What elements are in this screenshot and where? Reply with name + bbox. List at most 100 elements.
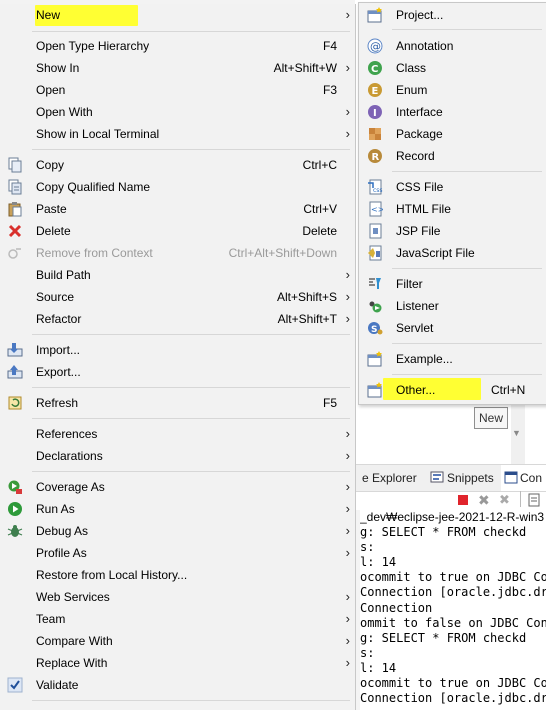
console-line: ommit to false on JDBC Con [360, 615, 546, 630]
submenu-item-javascript-file[interactable]: JavaScript File [359, 242, 546, 264]
menu-item-run-as[interactable]: Run As › [0, 498, 355, 520]
submenu-arrow-icon: › [345, 126, 350, 141]
menu-item-label: Refactor [36, 312, 82, 326]
toolbar-divider [520, 491, 521, 507]
menu-item-references[interactable]: References › [0, 423, 355, 445]
menu-item-label: Interface [396, 105, 443, 119]
terminate-icon[interactable] [457, 494, 469, 506]
menu-item-label: Validate [36, 678, 79, 692]
svg-text:I: I [373, 108, 377, 119]
copy-icon [7, 157, 23, 173]
menu-item-open-with[interactable]: Open With › [0, 101, 355, 123]
submenu-item-annotation[interactable]: @ Annotation [359, 35, 546, 57]
submenu-item-servlet[interactable]: S Servlet [359, 317, 546, 339]
menu-item-open-type-hierarchy[interactable]: Open Type Hierarchy F4 [0, 35, 355, 57]
menu-item-web-services[interactable]: Web Services › [0, 586, 355, 608]
menu-item-label: Package [396, 127, 443, 141]
scroll-down-icon[interactable]: ▼ [512, 428, 521, 438]
menu-item-debug-as[interactable]: Debug As › [0, 520, 355, 542]
menu-item-declarations[interactable]: Declarations › [0, 445, 355, 467]
submenu-item-record[interactable]: R Record [359, 145, 546, 167]
tab-snippets[interactable]: Snippets [427, 465, 498, 491]
menu-item-restore-from-local-history[interactable]: Restore from Local History... [0, 564, 355, 586]
menu-item-import[interactable]: Import... [0, 339, 355, 361]
css-file-icon: css [367, 179, 383, 195]
submenu-arrow-icon: › [345, 7, 350, 22]
menu-item-show-in-local-terminal[interactable]: Show in Local Terminal › [0, 123, 355, 145]
menu-item-delete[interactable]: Delete Delete [0, 220, 355, 242]
submenu-item-filter[interactable]: Filter [359, 273, 546, 295]
menu-item-label: Enum [396, 83, 428, 97]
menu-item-label: Web Services [36, 590, 110, 604]
submenu-item-interface[interactable]: I Interface [359, 101, 546, 123]
menu-item-label: JSP File [396, 224, 441, 238]
remove-launch-icon[interactable]: ✖ [478, 493, 490, 507]
menu-item-label: Servlet [396, 321, 434, 335]
package-icon [367, 126, 383, 142]
console-path: _dev₩eclipse-jee-2021-12-R-win3 [360, 510, 545, 524]
menu-item-team[interactable]: Team › [0, 608, 355, 630]
menu-item-replace-with[interactable]: Replace With › [0, 652, 355, 674]
import-icon [7, 342, 23, 358]
tab-project-explorer[interactable]: e Explorer [362, 465, 417, 491]
submenu-item-package[interactable]: Package [359, 123, 546, 145]
annotation-icon: @ [367, 38, 383, 54]
menu-item-paste[interactable]: Paste Ctrl+V [0, 198, 355, 220]
menu-item-export[interactable]: Export... [0, 361, 355, 383]
menu-item-label: Copy [36, 158, 65, 172]
svg-text:@: @ [370, 40, 381, 53]
tab-label: Con [520, 471, 543, 485]
menu-item-validate[interactable]: Validate [0, 674, 355, 696]
class-icon: C [367, 60, 383, 76]
submenu-item-enum[interactable]: E Enum [359, 79, 546, 101]
submenu-arrow-icon: › [345, 501, 350, 516]
menu-item-label: Open Type Hierarchy [36, 39, 150, 53]
menu-item-label: CSS File [396, 180, 444, 194]
menu-item-refresh[interactable]: Refresh F5 [0, 392, 355, 414]
console-line: g: SELECT * FROM checkd [360, 630, 527, 645]
menu-item-open[interactable]: Open F3 [0, 79, 355, 101]
submenu-item-listener[interactable]: Listener [359, 295, 546, 317]
console-line: g: SELECT * FROM checkd [360, 525, 527, 540]
menu-item-copy-qualified-name[interactable]: Copy Qualified Name [0, 176, 355, 198]
console-line: ocommit to true on JDBC Co [360, 570, 546, 585]
submenu-item-html-file[interactable]: <> HTML File [359, 198, 546, 220]
menu-item-label: Filter [396, 277, 423, 291]
submenu-arrow-icon: › [345, 60, 350, 75]
menu-item-label: Run As [36, 502, 75, 516]
snippets-icon [430, 470, 444, 484]
svg-text:R: R [372, 152, 380, 163]
menu-item-copy[interactable]: Copy Ctrl+C [0, 154, 355, 176]
menu-item-show-in[interactable]: Show In Alt+Shift+W › [0, 57, 355, 79]
submenu-item-class[interactable]: C Class [359, 57, 546, 79]
menu-item-shortcut: F4 [322, 39, 337, 53]
enum-icon: E [367, 82, 383, 98]
submenu-item-example[interactable]: Example... [359, 348, 546, 370]
submenu-item-project[interactable]: Project... [359, 4, 546, 26]
submenu-item-css-file[interactable]: css CSS File [359, 176, 546, 198]
menu-item-source[interactable]: Source Alt+Shift+S › [0, 286, 355, 308]
console-line: Connection [oracle.jdbc.dr [360, 585, 546, 600]
menu-item-build-path[interactable]: Build Path › [0, 264, 355, 286]
clear-console-icon[interactable] [527, 493, 541, 507]
view-tab-bar: e Explorer Snippets Con [355, 464, 546, 492]
copy-qualified-icon [7, 179, 23, 195]
menu-item-shortcut: Alt+Shift+W [273, 61, 337, 75]
menu-item-new[interactable]: New › [0, 4, 355, 26]
submenu-item-jsp-file[interactable]: JSP File [359, 220, 546, 242]
submenu-arrow-icon: › [345, 523, 350, 538]
check-icon [7, 677, 23, 693]
menu-separator [32, 31, 350, 32]
menu-item-coverage-as[interactable]: Coverage As › [0, 476, 355, 498]
menu-item-refactor[interactable]: Refactor Alt+Shift+T › [0, 308, 355, 330]
menu-separator [392, 374, 542, 375]
tab-console[interactable]: Con [501, 465, 546, 491]
submenu-item-other[interactable]: Other... Ctrl+N [359, 379, 546, 401]
menu-item-profile-as[interactable]: Profile As › [0, 542, 355, 564]
menu-item-label: Source [36, 290, 75, 304]
project-icon [367, 7, 383, 23]
menu-item-compare-with[interactable]: Compare With › [0, 630, 355, 652]
menu-item-label: Open [36, 83, 66, 97]
remove-all-icon[interactable]: ✖ [499, 493, 510, 507]
menu-item-label: Copy Qualified Name [36, 180, 151, 194]
